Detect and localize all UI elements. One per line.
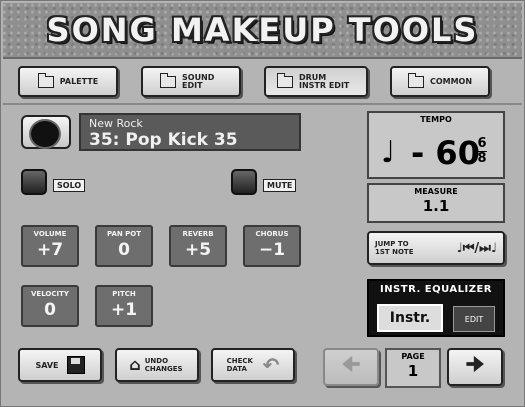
- mute-button[interactable]: [231, 169, 257, 195]
- velocity-param[interactable]: VELOCITY 0: [21, 285, 79, 327]
- undo-changes-button[interactable]: ⌂ UNDO CHANGES: [115, 348, 199, 382]
- time-signature-bottom: 8: [477, 151, 487, 166]
- param-label: CHORUS: [255, 230, 289, 238]
- pan-pot-param[interactable]: PAN POT 0: [95, 225, 153, 267]
- measure-value: 1.1: [422, 197, 450, 215]
- folder-icon: [407, 72, 424, 88]
- time-signature: 6 8: [477, 137, 487, 166]
- return-arrow-icon: ↶: [262, 353, 280, 377]
- pitch-param[interactable]: PITCH +1: [95, 285, 153, 327]
- instr-eq-button[interactable]: Instr.: [377, 304, 443, 332]
- param-label: VELOCITY: [31, 290, 69, 298]
- instrument-equalizer-panel: INSTR. EQUALIZER Instr. EDIT: [367, 279, 505, 337]
- tab-label: PALETTE: [59, 76, 99, 86]
- tab-sound-edit[interactable]: SOUND EDIT: [141, 66, 241, 97]
- save-label: SAVE: [35, 360, 59, 370]
- tab-label: DRUM INSTR EDIT: [299, 72, 350, 90]
- drum-select-button[interactable]: [21, 115, 71, 149]
- solo-button[interactable]: [21, 169, 47, 195]
- tab-label: SOUND EDIT: [182, 72, 215, 90]
- mute-label: MUTE: [263, 179, 297, 192]
- param-value: +7: [36, 240, 64, 260]
- solo-label: SOLO: [53, 179, 86, 192]
- page-value: 1: [407, 362, 419, 380]
- param-label: VOLUME: [33, 230, 67, 238]
- page-label: PAGE: [401, 352, 425, 361]
- title-bar: SONG MAKEUP TOOLS: [3, 3, 522, 59]
- equalizer-label: INSTR. EQUALIZER: [379, 284, 493, 295]
- chorus-param[interactable]: CHORUS −1: [243, 225, 301, 267]
- measure-display[interactable]: MEASURE 1.1: [367, 183, 505, 223]
- param-value: 0: [44, 300, 56, 320]
- instrument-name: 35: Pop Kick 35: [89, 130, 238, 150]
- tempo-value: - 60: [411, 134, 480, 172]
- param-value: +5: [184, 240, 212, 260]
- tab-common[interactable]: COMMON: [390, 66, 490, 97]
- home-undo-icon: ⌂: [129, 355, 141, 374]
- folder-icon: [37, 72, 54, 88]
- param-value: −1: [258, 240, 286, 260]
- tab-drum-instr-edit[interactable]: DRUM INSTR EDIT: [264, 66, 368, 97]
- save-button[interactable]: SAVE: [18, 348, 102, 382]
- jump-to-first-note-button[interactable]: JUMP TO 1ST NOTE ♩⏮/⏭♩: [367, 231, 505, 265]
- param-value: 0: [118, 240, 130, 260]
- quarter-note-icon: ♩: [381, 135, 396, 170]
- page-prev-button[interactable]: 🠈: [323, 348, 379, 386]
- floppy-disk-icon: [66, 356, 85, 374]
- check-label: CHECK DATA: [226, 357, 253, 373]
- folder-open-icon: [277, 72, 293, 88]
- tab-palette[interactable]: PALETTE: [18, 66, 118, 97]
- page-title: SONG MAKEUP TOOLS: [46, 11, 479, 49]
- tempo-label: TEMPO: [420, 115, 452, 124]
- page-next-button[interactable]: 🠊: [447, 348, 503, 386]
- jump-icon: ♩⏮/⏭♩: [456, 240, 497, 256]
- folder-icon: [160, 72, 176, 88]
- tab-label: COMMON: [429, 76, 473, 86]
- divider: [3, 103, 522, 105]
- time-signature-top: 6: [477, 136, 487, 151]
- volume-param[interactable]: VOLUME +7: [21, 225, 79, 267]
- song-makeup-tools-window: SONG MAKEUP TOOLS PALETTE SOUND EDIT DRU…: [0, 0, 525, 407]
- drum-icon: [29, 119, 61, 149]
- check-data-button[interactable]: CHECK DATA ↶: [211, 348, 295, 382]
- page-indicator: PAGE 1: [385, 348, 441, 388]
- param-value: +1: [110, 300, 138, 320]
- arrow-right-icon: 🠊: [465, 352, 485, 376]
- param-label: REVERB: [182, 230, 214, 238]
- drum-set-name: New Rock: [89, 117, 143, 130]
- eq-edit-button[interactable]: EDIT: [453, 306, 495, 332]
- tempo-display[interactable]: TEMPO ♩ - 60 6 8: [367, 111, 505, 179]
- undo-label: UNDO CHANGES: [144, 357, 183, 373]
- arrow-left-icon: 🠈: [341, 352, 361, 376]
- reverb-param[interactable]: REVERB +5: [169, 225, 227, 267]
- param-label: PITCH: [112, 290, 136, 298]
- instrument-display: New Rock 35: Pop Kick 35: [79, 113, 301, 151]
- param-label: PAN POT: [106, 230, 142, 238]
- measure-label: MEASURE: [414, 187, 458, 196]
- jump-label: JUMP TO 1ST NOTE: [375, 240, 414, 256]
